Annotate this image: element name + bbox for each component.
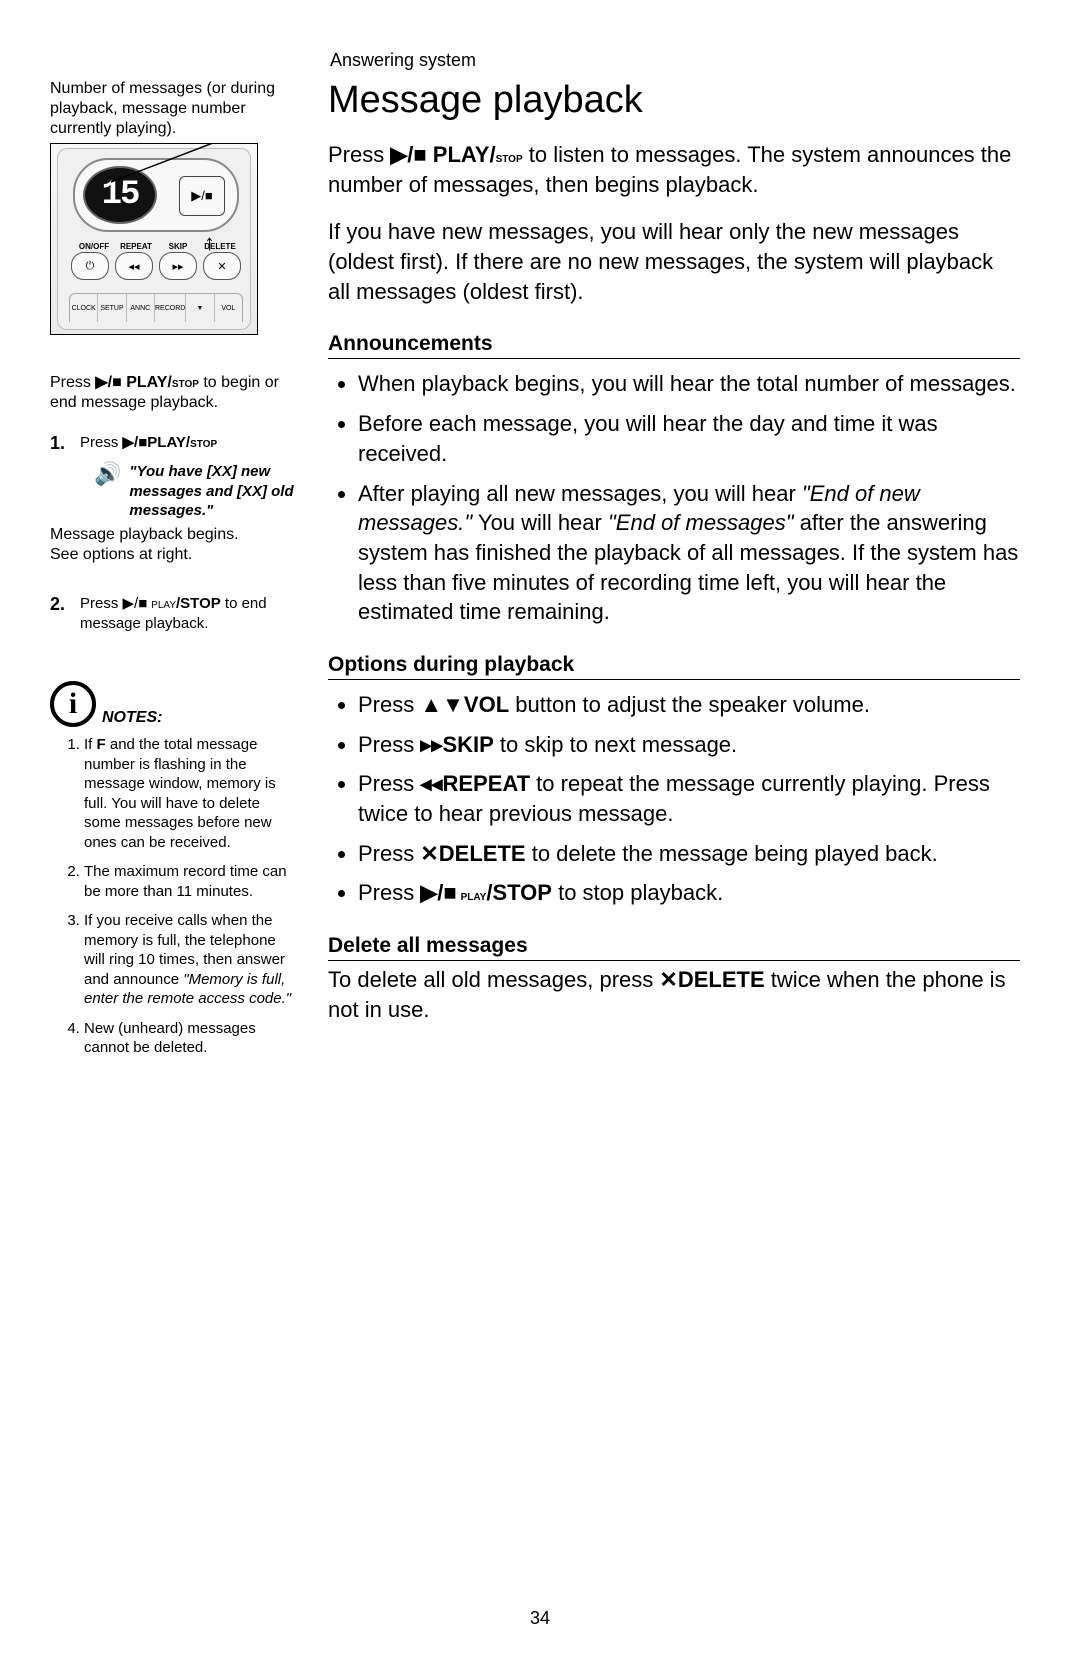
- btn-label-clock: CLOCK: [70, 294, 98, 322]
- skip-fwd-icon: ▸▸: [420, 732, 442, 757]
- speaker-icon: 🔊: [94, 460, 121, 521]
- step-number: 2.: [50, 594, 70, 633]
- vol-icon: ▲▼: [420, 692, 464, 717]
- note-item: New (unheard) messages cannot be deleted…: [84, 1019, 300, 1058]
- step-2: 2. Press ▶/■ play/STOP to end message pl…: [50, 594, 300, 633]
- announcements-list: When playback begins, you will hear the …: [328, 369, 1020, 627]
- power-button-icon: ⏻: [71, 252, 109, 280]
- note-item: If F and the total message number is fla…: [84, 735, 300, 852]
- play-stop-icon: ▶/■: [420, 880, 456, 905]
- list-item: Press ▸▸SKIP to skip to next message.: [358, 730, 1020, 760]
- note-item: The maximum record time can be more than…: [84, 862, 300, 901]
- section-delete-all: Delete all messages: [328, 934, 1020, 961]
- note-item: If you receive calls when the memory is …: [84, 911, 300, 1009]
- list-item: Press ◂◂REPEAT to repeat the message cur…: [358, 769, 1020, 828]
- main-column: Message playback Press ▶/■ PLAY/stop to …: [328, 79, 1020, 1068]
- intro-paragraph-2: If you have new messages, you will hear …: [328, 217, 1020, 306]
- page-title: Message playback: [328, 79, 1020, 122]
- step-1: 1. Press ▶/■PLAY/stop: [50, 433, 300, 454]
- btn-label-delete: DELETE: [199, 242, 241, 251]
- notes-heading: i NOTES:: [50, 681, 300, 727]
- rewind-button-icon: ◂◂: [115, 252, 153, 280]
- play-stop-icon: ▶/■: [95, 374, 121, 391]
- forward-button-icon: ▸▸: [159, 252, 197, 280]
- step-number: 1.: [50, 433, 70, 454]
- btn-label-skip: SKIP: [157, 242, 199, 251]
- section-header: Answering system: [330, 50, 1020, 71]
- press-instruction: Press ▶/■ PLAY/stop to begin or end mess…: [50, 373, 300, 413]
- figure-caption: Number of messages (or during playback, …: [50, 79, 300, 139]
- info-icon: i: [50, 681, 96, 727]
- btn-label-record: RECORD: [155, 294, 186, 322]
- btn-vol-down-icon: ▼: [186, 294, 214, 322]
- btn-label-vol: VOL: [215, 294, 242, 322]
- list-item: When playback begins, you will hear the …: [358, 369, 1020, 399]
- play-stop-icon: ▶/■: [123, 434, 148, 451]
- delete-icon: ✕: [659, 967, 677, 992]
- btn-label-repeat: REPEAT: [115, 242, 157, 251]
- intro-paragraph: Press ▶/■ PLAY/stop to listen to message…: [328, 140, 1020, 199]
- btn-label-setup: SETUP: [98, 294, 126, 322]
- list-item: Before each message, you will hear the d…: [358, 409, 1020, 468]
- notes-list: If F and the total message number is fla…: [50, 735, 300, 1058]
- list-item: Press ✕DELETE to delete the message bein…: [358, 839, 1020, 869]
- play-stop-icon: ▶/■: [390, 142, 426, 167]
- btn-label-annc: ANNC: [127, 294, 155, 322]
- step-note: Message playback begins. See options at …: [50, 525, 300, 567]
- page-number: 34: [0, 1608, 1080, 1629]
- device-illustration: 15 ▶/■ ↑ ON/OFF REPEAT SKIP DELETE ⏻ ◂◂ …: [50, 143, 258, 335]
- delete-icon: ✕: [420, 841, 438, 866]
- pointer-line-icon: [51, 144, 257, 204]
- list-item: After playing all new messages, you will…: [358, 479, 1020, 627]
- manual-page: Answering system Number of messages (or …: [0, 0, 1080, 1669]
- options-list: Press ▲▼VOL button to adjust the speaker…: [328, 690, 1020, 908]
- sidebar-column: Number of messages (or during playback, …: [50, 79, 300, 1068]
- delete-button-icon: ✕: [203, 252, 241, 280]
- list-item: Press ▶/■ play/STOP to stop playback.: [358, 878, 1020, 908]
- section-options: Options during playback: [328, 653, 1020, 680]
- section-announcements: Announcements: [328, 332, 1020, 359]
- delete-all-paragraph: To delete all old messages, press ✕DELET…: [328, 965, 1020, 1024]
- repeat-icon: ◂◂: [420, 771, 442, 796]
- voice-prompt: 🔊 "You have [XX] new messages and [XX] o…: [50, 462, 300, 521]
- list-item: Press ▲▼VOL button to adjust the speaker…: [358, 690, 1020, 720]
- btn-label-onoff: ON/OFF: [73, 242, 115, 251]
- play-stop-icon: ▶/■: [123, 595, 148, 612]
